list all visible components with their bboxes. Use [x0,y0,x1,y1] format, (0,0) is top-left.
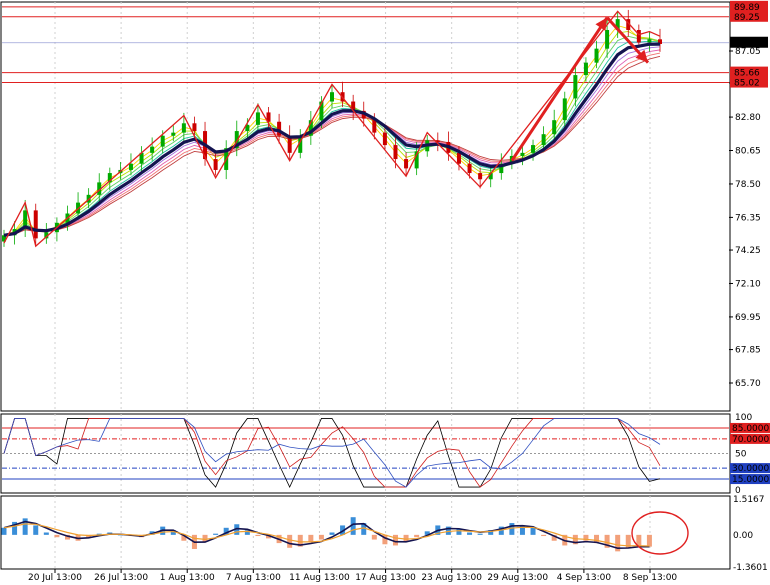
time-tick-label-3: 7 Aug 13:00 [226,573,281,583]
rsi-level-label-3: 15.0000 [732,475,769,485]
macd-bar-60 [636,534,642,546]
candle-body-52 [552,120,557,135]
macd-bar-5 [54,534,60,538]
rsi-level-label-0: 85.0000 [732,424,769,434]
price-tick-label-9: 67.85 [735,346,761,356]
macd-bar-39 [414,534,420,538]
macd-bar-45 [477,533,483,535]
candle-body-56 [594,48,599,63]
macd-bar-31 [329,532,335,535]
candle-body-37 [393,145,398,160]
macd-bar-0 [1,527,7,535]
candle-body-15 [160,135,165,147]
macd-bar-27 [287,534,293,548]
price-tick-label-7: 72.10 [735,279,761,289]
time-tick-label-4: 11 Aug 13:00 [289,573,350,583]
candle-body-55 [583,62,588,76]
time-tick-label-8: 4 Sep 13:00 [557,573,612,583]
rsi-level-label-1: 70.0000 [732,435,769,445]
macd-bar-20 [213,533,219,535]
macd-axis: 1.5167 0.00 -1.3601 [733,495,768,573]
time-tick-label-5: 17 Aug 13:00 [355,573,416,583]
candle-body-36 [382,132,387,146]
time-axis: 20 Jul 13:00 26 Jul 13:00 1 Aug 13:00 7 Aug… [28,569,677,583]
macd-tick-label-2: -1.3601 [733,563,768,573]
time-tick-label-6: 23 Aug 13:00 [421,573,482,583]
price-tick-label-8: 69.95 [735,313,761,323]
candle-body-61 [647,39,652,43]
candle-body-26 [277,121,282,136]
candle-body-51 [541,134,546,146]
forex-chart: 87.0585.0082.8080.6578.5076.3574.2572.10… [0,0,770,583]
price-tick-label-4: 78.50 [735,180,761,190]
price-tick-label-3: 80.65 [735,147,761,157]
current-price-label: 87.58 [734,39,760,49]
candle-body-12 [128,163,133,170]
macd-bar-50 [530,527,536,535]
candle-body-38 [404,159,409,169]
macd-bar-35 [371,534,377,540]
macd-bar-3 [33,525,39,535]
candle-body-60 [636,29,641,43]
candle-body-18 [192,123,197,132]
candle-body-31 [330,92,334,102]
time-tick-label-2: 1 Aug 13:00 [160,573,215,583]
macd-tick-label-0: 1.5167 [733,495,765,505]
candle-body-53 [562,98,567,121]
macd-bar-44 [467,532,473,535]
price-tick-label-10: 65.70 [735,379,761,389]
macd-bar-37 [392,534,398,546]
time-tick-label-0: 20 Jul 13:00 [28,573,82,583]
rsi-axis: 10050085.000070.000030.000015.0000 [730,413,770,496]
level-label-1: 89.25 [734,13,760,23]
candle-body-17 [181,123,186,133]
candle-body-45 [478,173,483,180]
macd-bar-51 [541,534,547,537]
candle-body-57 [605,29,610,49]
macd-bar-61 [646,534,652,547]
price-tick-label-6: 74.25 [735,246,761,256]
candle-body-14 [150,146,155,153]
candle-body-50 [531,145,536,153]
macd-tick-label-1: 0.00 [733,531,753,541]
candle-body-3 [33,210,38,239]
candle-body-24 [255,112,260,125]
rsi-tick-label-1: 50 [735,450,747,460]
price-axis: 87.0585.0082.8080.6578.5076.3574.2572.10… [729,0,768,389]
candle-body-49 [520,152,525,156]
time-tick-label-7: 29 Aug 13:00 [487,573,548,583]
candle-body-54 [573,75,578,99]
candle-body-43 [456,152,461,164]
price-tick-label-2: 82.80 [735,113,761,123]
time-tick-label-9: 8 Sep 13:00 [623,573,678,583]
candle-body-20 [213,159,218,170]
macd-bar-29 [308,534,314,542]
price-panel [0,1,731,412]
rsi-tick-label-0: 100 [735,413,752,423]
level-label-3: 85.02 [734,79,760,89]
candle-body-16 [171,132,176,136]
macd-bar-24 [255,534,261,537]
macd-bar-4 [43,532,49,535]
price-tick-label-5: 76.35 [735,213,761,223]
candle-body-44 [467,163,472,174]
rsi-level-label-2: 30.0000 [732,464,769,474]
macd-bar-30 [318,534,324,540]
time-tick-label-1: 26 Jul 13:00 [94,573,148,583]
